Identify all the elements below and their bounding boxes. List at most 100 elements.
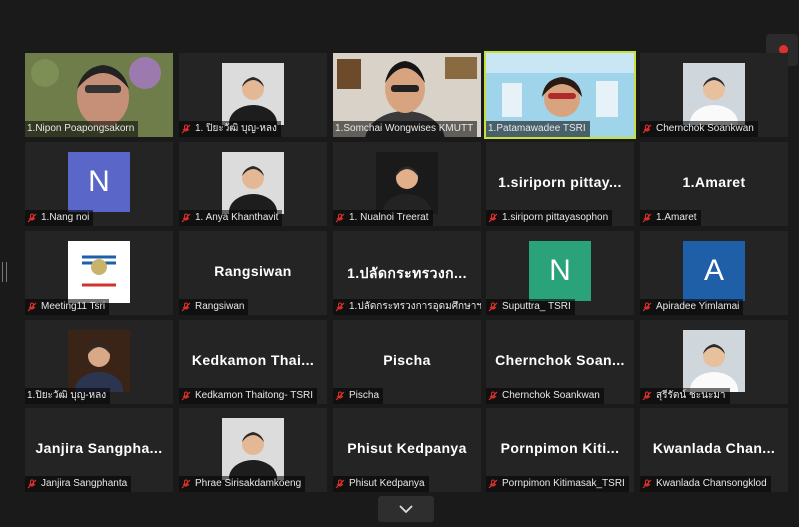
mic-muted-icon [335,302,345,312]
participant-display-name: Kedkamon Thai... [191,352,315,368]
participant-tile[interactable]: 1.siriporn pittay... 1.siriporn pittayaso… [486,142,634,226]
mic-muted-icon [488,479,498,489]
participant-name: Pischa [349,390,380,401]
mic-muted-icon [335,213,345,223]
participant-name-label: Pornpimon Kitimasak_TSRI [486,476,629,492]
participant-name: 1.Nang noi [41,212,90,223]
participant-tile[interactable]: Kwanlada Chan... Kwanlada Chansongklod [640,408,788,492]
avatar: A [683,241,745,301]
participant-name-label: 1. Nualnoi Treerat [333,210,433,226]
participant-display-name: 1.Amaret [682,174,746,190]
mic-muted-icon [181,391,191,401]
participant-display-name: 1.siriporn pittay... [498,174,622,190]
participant-name-label: 1.Patamawadee TSRI [486,121,590,137]
participant-name-label: 1. Anya Khanthavit [179,210,283,226]
participant-display-name: Pornpimon Kiti... [500,440,620,456]
mic-muted-icon [488,302,498,312]
participant-name-label: Pischa [333,388,384,404]
mic-muted-icon [488,391,498,401]
mic-muted-icon [642,479,652,489]
participant-tile[interactable]: 1.Somchai Wongwises KMUTT [333,53,481,137]
participant-name-label: Phisut Kedpanya [333,476,429,492]
mic-muted-icon [335,391,345,401]
participant-tile[interactable]: Chernchok Soankwan [640,53,788,137]
participant-tile[interactable]: Pornpimon Kiti... Pornpimon Kitimasak_TSR… [486,408,634,492]
participant-name-label: 1. ปิยะวัฒิ บุญ-หลง [179,121,281,137]
participant-display-name: Kwanlada Chan... [652,440,776,456]
collapse-gallery-button[interactable] [378,496,434,522]
participant-name-label: 1.Somchai Wongwises KMUTT [333,121,478,137]
participant-name: 1.Patamawadee TSRI [488,123,586,134]
profile-photo [68,330,130,392]
participant-tile[interactable]: Janjira Sangpha... Janjira Sangphanta [25,408,173,492]
mic-muted-icon [642,302,652,312]
participant-tile[interactable]: 1.ปลัดกระทรวงก... 1.ปลัดกระทรวงการอุดมศึก… [333,231,481,315]
mic-muted-icon [642,124,652,134]
participant-name: 1.siriporn pittayasophon [502,212,609,223]
participant-display-name: Janjira Sangpha... [35,440,163,456]
participant-display-name: Rangsiwan [214,263,292,279]
participant-name-label: Meeting11 Tsri [25,299,110,315]
profile-photo [222,418,284,480]
participant-name: Janjira Sangphanta [41,478,128,489]
participant-tile[interactable]: Phisut Kedpanya Phisut Kedpanya [333,408,481,492]
participant-name-label: Chernchok Soankwan [640,121,758,137]
profile-photo [68,241,130,303]
participant-name: 1.Somchai Wongwises KMUTT [335,123,474,134]
participant-tile[interactable]: 1.Patamawadee TSRI [484,51,636,139]
participant-name-label: 1.Nipon Poapongsakorn [25,121,139,137]
mic-muted-icon [181,479,191,489]
participant-tile[interactable]: Meeting11 Tsri [25,231,173,315]
mic-muted-icon [181,213,191,223]
participant-tile[interactable]: 1. ปิยะวัฒิ บุญ-หลง [179,53,327,137]
participant-tile[interactable]: 1. Anya Khanthavit [179,142,327,226]
participant-tile[interactable]: Pischa Pischa [333,320,481,404]
mic-muted-icon [27,302,37,312]
participant-tile[interactable]: 1.Nipon Poapongsakorn [25,53,173,137]
participant-name-label: 1.siriporn pittayasophon [486,210,613,226]
participant-display-name: 1.ปลัดกระทรวงก... [347,265,467,281]
participant-tile[interactable]: สุรีรัตน์ ชะนะมา [640,320,788,404]
participant-tile[interactable]: Kedkamon Thai... Kedkamon Thaitong- TSRI [179,320,327,404]
participant-name-label: Kwanlada Chansongklod [640,476,771,492]
participant-tile[interactable]: Chernchok Soan... Chernchok Soankwan [486,320,634,404]
participant-name: 1.Nipon Poapongsakorn [27,123,135,134]
participant-name: 1.ปิยะวัฒิ บุญ-หลง [27,390,107,401]
participant-tile[interactable]: N 1.Nang noi [25,142,173,226]
participant-tile[interactable]: Rangsiwan Rangsiwan [179,231,327,315]
participant-tile[interactable]: 1.Amaret 1.Amaret [640,142,788,226]
participant-name-label: Suputtra_ TSRI [486,299,575,315]
participant-name: 1.ปลัดกระทรวงการอุดมศึกษาฯ (ศ... [349,301,481,312]
participant-tile[interactable]: 1. Nualnoi Treerat [333,142,481,226]
participant-tile[interactable]: 1.ปิยะวัฒิ บุญ-หลง [25,320,173,404]
participant-tile[interactable]: Phrae Sirisakdamkoeng [179,408,327,492]
participant-tile[interactable]: A Apiradee Yimlamai [640,231,788,315]
participant-name-label: 1.ปลัดกระทรวงการอุดมศึกษาฯ (ศ... [333,299,481,315]
participant-display-name: Pischa [383,352,431,368]
mic-muted-icon [642,213,652,223]
profile-photo [376,152,438,214]
participant-name-label: 1.ปิยะวัฒิ บุญ-หลง [25,388,111,404]
participant-display-name: Phisut Kedpanya [347,440,467,456]
participant-name: Pornpimon Kitimasak_TSRI [502,478,625,489]
participant-name: Phisut Kedpanya [349,478,425,489]
participant-name: 1.Amaret [656,212,697,223]
participant-name-label: สุรีรัตน์ ชะนะมา [640,388,730,404]
participant-name: Apiradee Yimlamai [656,301,740,312]
profile-photo [683,63,745,125]
mic-muted-icon [27,479,37,489]
participant-display-name: Chernchok Soan... [495,352,625,368]
participant-name: Kwanlada Chansongklod [656,478,767,489]
participant-gallery: 1.Nipon Poapongsakorn 1. ปิยะวัฒิ บุญ-หลง… [0,0,799,524]
participant-name-label: 1.Amaret [640,210,701,226]
mic-muted-icon [181,302,191,312]
participant-name: Phrae Sirisakdamkoeng [195,478,302,489]
profile-photo [222,152,284,214]
participant-name: สุรีรัตน์ ชะนะมา [656,390,726,401]
mic-muted-icon [181,124,191,134]
participant-tile[interactable]: N Suputtra_ TSRI [486,231,634,315]
participant-name: Rangsiwan [195,301,245,312]
participant-name-label: Rangsiwan [179,299,249,315]
profile-photo [222,63,284,125]
participant-name-label: Janjira Sangphanta [25,476,132,492]
